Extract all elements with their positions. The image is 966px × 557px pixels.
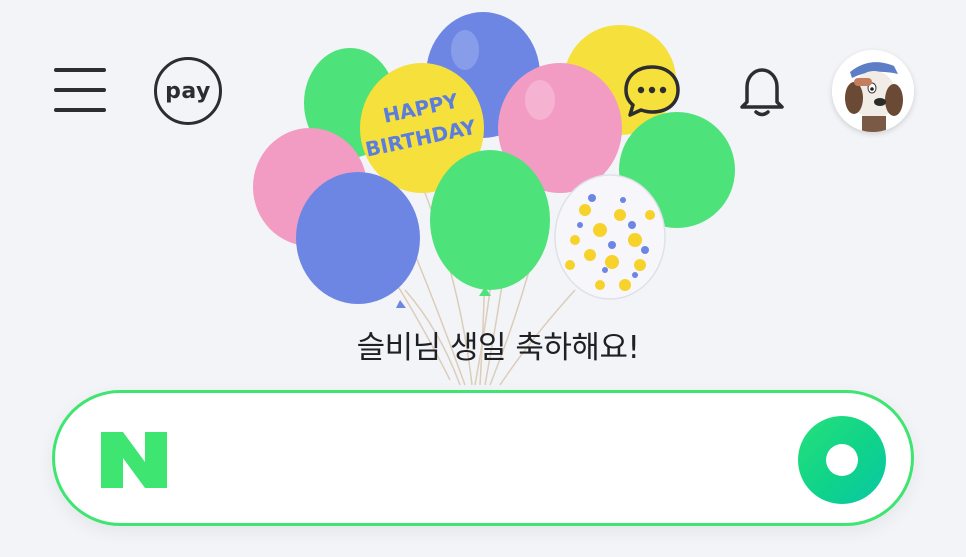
- profile-avatar[interactable]: [832, 50, 914, 132]
- green-search-circle-icon: [826, 444, 858, 476]
- chat-bubble-icon: [624, 65, 680, 117]
- notification-button[interactable]: [735, 62, 789, 120]
- menu-line: [54, 68, 106, 72]
- search-box[interactable]: [52, 390, 914, 526]
- pay-label: pay: [154, 57, 222, 125]
- bell-icon: [740, 68, 784, 117]
- profile-avatar-icon: [832, 50, 914, 132]
- balloon-confetti: [554, 174, 666, 300]
- birthday-greeting: 슬비님 생일 축하해요!: [356, 330, 640, 366]
- menu-line: [54, 88, 106, 92]
- pay-button[interactable]: pay: [154, 57, 222, 125]
- talk-button[interactable]: [622, 62, 682, 120]
- search-input[interactable]: [205, 423, 789, 495]
- search-submit-button[interactable]: [798, 416, 886, 504]
- balloon-green-center: [430, 150, 550, 296]
- menu-line: [54, 108, 106, 112]
- naver-n-logo-icon[interactable]: [101, 432, 167, 488]
- menu-button[interactable]: [52, 64, 108, 116]
- balloon-blue-left: [296, 172, 420, 308]
